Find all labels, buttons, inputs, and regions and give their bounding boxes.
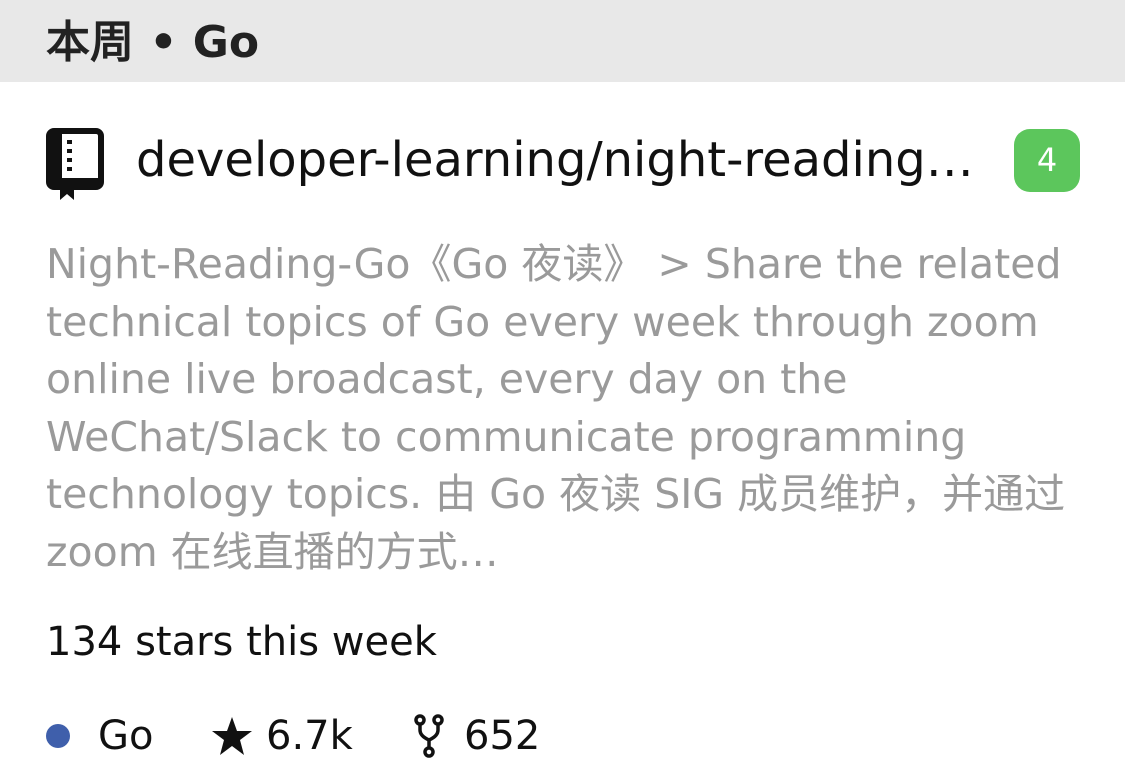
language-label: Go [98, 713, 154, 759]
section-title: 本周 • Go [46, 17, 260, 68]
fork-count: 652 [464, 713, 541, 759]
repo-name-link[interactable]: developer-learning/night-reading-go [136, 130, 986, 190]
weekly-stars: 134 stars this week [46, 619, 437, 665]
language-color-dot [46, 724, 70, 748]
fork-icon [414, 714, 444, 758]
star-icon [212, 717, 252, 755]
repo-meta: Go 6.7k 652 [46, 710, 1076, 762]
trending-page: 本周 • Go developer-learning/night-reading… [0, 0, 1125, 782]
star-count: 6.7k [266, 713, 353, 759]
rank-badge: 4 [1014, 129, 1080, 192]
repo-description: Night-Reading-Go《Go 夜读》 > Share the rela… [46, 240, 1066, 576]
repo-book-icon [46, 128, 104, 200]
section-header: 本周 • Go [0, 0, 1125, 82]
